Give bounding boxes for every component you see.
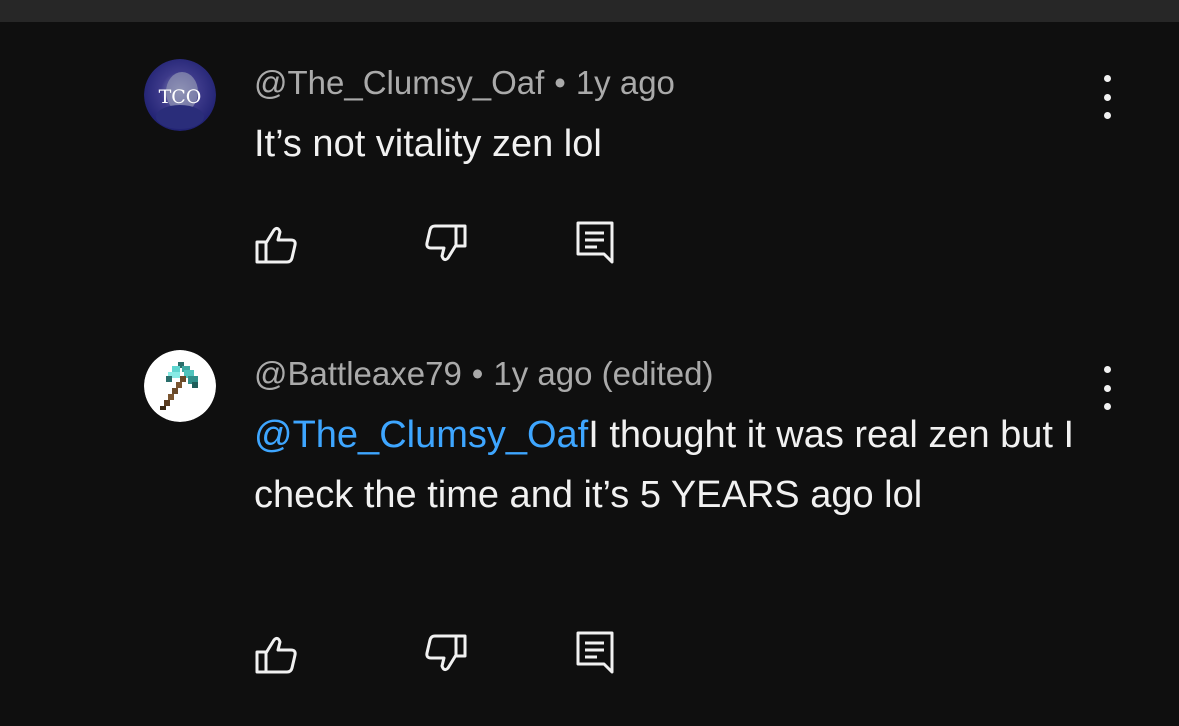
comment-author[interactable]: @Battleaxe79: [254, 355, 462, 392]
more-vert-icon[interactable]: [1094, 366, 1120, 410]
avatar[interactable]: TCO: [144, 59, 216, 131]
mention-link[interactable]: @The_Clumsy_Oaf: [254, 414, 588, 456]
avatar-label: TCO: [159, 86, 202, 108]
more-vert-icon[interactable]: [1094, 75, 1120, 119]
comment-time: 1y ago: [575, 64, 675, 101]
meta-separator: •: [554, 64, 566, 101]
comment-text: It’s not vitality zen lol: [254, 114, 1104, 174]
meta-separator: •: [471, 355, 484, 392]
avatar[interactable]: [144, 350, 216, 422]
thumb-up-icon[interactable]: [252, 630, 302, 680]
reply-icon[interactable]: [572, 628, 622, 678]
comment-author[interactable]: @The_Clumsy_Oaf: [254, 64, 544, 101]
top-bar: [0, 0, 1179, 22]
comment-body: It’s not vitality zen lol: [254, 123, 602, 165]
reply-icon[interactable]: [572, 218, 622, 268]
thumb-up-icon[interactable]: [252, 220, 302, 270]
comment-time: 1y ago (edited): [493, 355, 714, 392]
thumb-down-icon[interactable]: [420, 628, 470, 678]
thumb-down-icon[interactable]: [420, 218, 470, 268]
diamond-axe-icon: [144, 350, 216, 422]
comment-meta: @Battleaxe79 • 1y ago (edited): [254, 355, 714, 393]
comment-meta: @The_Clumsy_Oaf • 1y ago: [254, 64, 675, 102]
comment-text: @The_Clumsy_OafI thought it was real zen…: [254, 405, 1104, 525]
